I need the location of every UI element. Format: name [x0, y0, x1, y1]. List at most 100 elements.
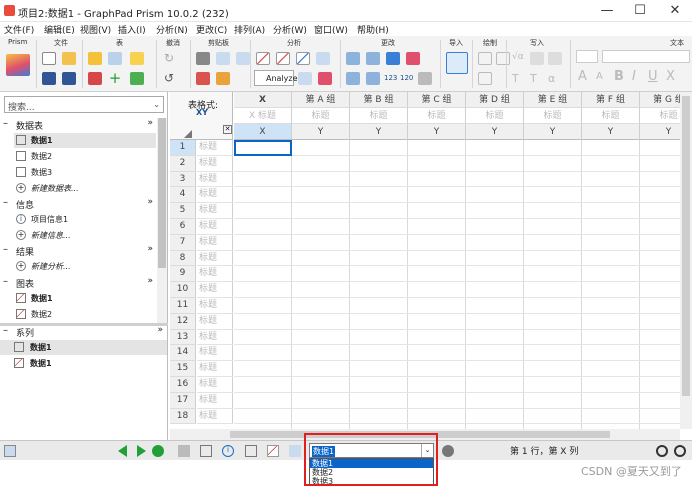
close-icon[interactable]: ✕ [223, 125, 232, 134]
nav-graph-data1[interactable]: 数据1 [14, 291, 156, 306]
nav-new-data-table[interactable]: + 新建数据表... [14, 181, 156, 196]
row-number[interactable]: 6 [170, 219, 196, 235]
info-icon[interactable]: i [222, 445, 234, 457]
change-3-icon[interactable] [386, 52, 400, 65]
redo-icon[interactable]: ↻ [164, 52, 178, 65]
nav-item-data2[interactable]: 数据2 [14, 149, 156, 164]
column-subtitle[interactable]: 标题 [466, 108, 524, 124]
section-series[interactable]: – 系列» [0, 325, 167, 339]
column-subtitle[interactable]: 标题 [524, 108, 582, 124]
previous-sheet-icon[interactable] [118, 445, 127, 457]
row-number[interactable]: 4 [170, 187, 196, 204]
write-3-icon[interactable] [548, 52, 562, 65]
highlight-icon[interactable] [130, 52, 144, 65]
table-format-cell[interactable]: 表格式: XY ✕ [170, 92, 233, 140]
import-xml-icon[interactable] [446, 52, 468, 74]
column-header[interactable]: 第 C 组 [408, 92, 466, 108]
panel-toggle-icon[interactable] [4, 445, 16, 457]
save-icon[interactable] [42, 72, 56, 85]
nav-new-info[interactable]: + 新建信息... [14, 228, 156, 243]
section-results[interactable]: – 结果» [0, 244, 157, 258]
draw-1-icon[interactable] [478, 52, 492, 65]
layout-icon[interactable] [289, 445, 301, 457]
row-number[interactable]: 10 [170, 282, 196, 298]
maximize-button[interactable]: ☐ [625, 2, 655, 20]
paste-special-icon[interactable] [236, 52, 250, 65]
row-number[interactable]: 1 [170, 140, 196, 156]
analysis-table-icon[interactable] [316, 52, 330, 65]
delete-sheet-icon[interactable] [88, 72, 102, 85]
nav-item-data1[interactable]: 数据1 [14, 133, 156, 148]
column-header[interactable]: X [234, 92, 292, 108]
row-number[interactable]: 18 [170, 408, 196, 425]
menu-view[interactable]: 视图(V) [80, 23, 111, 36]
sqrt-icon[interactable]: √α [512, 52, 526, 65]
column-subtitle[interactable]: 标题 [292, 108, 350, 124]
series-item-graph1[interactable]: 数据1 [0, 356, 167, 371]
nav-graph-data2[interactable]: 数据2 [14, 307, 156, 322]
zoom-in-icon[interactable] [674, 445, 686, 457]
navigate-icon[interactable] [152, 445, 164, 457]
close-button[interactable]: ✕ [660, 2, 690, 20]
row-title-cell[interactable]: 标题 [197, 266, 233, 283]
row-title-cell[interactable]: 标题 [197, 313, 233, 330]
next-sheet-icon[interactable] [137, 445, 146, 457]
section-data-tables[interactable]: – 数据表» [0, 118, 157, 132]
column-header[interactable]: 第 F 组 [582, 92, 640, 108]
series-item-data1[interactable]: 数据1 [0, 340, 167, 355]
results-icon[interactable] [245, 445, 257, 457]
minimize-button[interactable]: — [592, 2, 622, 20]
row-title-cell[interactable]: 标题 [197, 408, 233, 425]
view-grid-icon[interactable] [178, 445, 190, 457]
row-number[interactable]: 9 [170, 266, 196, 283]
row-number[interactable]: 17 [170, 392, 196, 409]
analyze-button[interactable]: Analyze [254, 70, 298, 86]
row-title-cell[interactable]: 标题 [197, 203, 233, 219]
change-4-icon[interactable] [406, 52, 420, 65]
corner-select-icon[interactable] [184, 130, 192, 138]
text-t2-icon[interactable]: T [530, 72, 544, 85]
draw-3-icon[interactable] [478, 72, 492, 85]
decimal-format-icon[interactable]: 120 [400, 72, 414, 85]
change-7-icon[interactable] [418, 72, 432, 85]
row-title-cell[interactable]: 标题 [197, 234, 233, 251]
superscript-button[interactable]: X [666, 69, 675, 84]
open-folder-icon[interactable] [62, 52, 76, 65]
insert-row-icon[interactable] [130, 72, 144, 85]
row-title-cell[interactable]: 标题 [197, 155, 233, 172]
undo-icon[interactable]: ↺ [164, 72, 178, 85]
row-number[interactable]: 8 [170, 250, 196, 267]
row-number[interactable]: 16 [170, 377, 196, 393]
row-title-cell[interactable]: 标题 [197, 392, 233, 409]
text-t-icon[interactable]: T [512, 72, 526, 85]
search-input[interactable]: 搜索... ⌄ [4, 96, 164, 113]
graph-icon[interactable] [267, 445, 279, 457]
chevron-down-icon[interactable]: ⌄ [153, 100, 160, 109]
change-6-icon[interactable] [366, 72, 380, 85]
change-2-icon[interactable] [366, 52, 380, 65]
nav-item-project-info[interactable]: i 项目信息1 [14, 212, 156, 227]
copy-icon[interactable] [216, 52, 230, 65]
row-number[interactable]: 13 [170, 329, 196, 346]
panel-splitter[interactable] [0, 323, 168, 326]
menu-file[interactable]: 文件(F) [4, 23, 34, 36]
underline-button[interactable]: U [648, 69, 658, 84]
font-size-select[interactable] [576, 50, 598, 63]
row-title-cell[interactable]: 标题 [197, 345, 233, 362]
new-file-icon[interactable] [42, 52, 56, 65]
row-title-cell[interactable]: 标题 [197, 219, 233, 235]
row-title-cell[interactable]: 标题 [197, 171, 233, 188]
menu-change[interactable]: 更改(C) [196, 23, 227, 36]
clear-icon[interactable] [196, 72, 210, 85]
menu-analyze[interactable]: 分析(N) [156, 23, 188, 36]
section-graphs[interactable]: – 图表» [0, 276, 157, 290]
draw-2-icon[interactable] [496, 52, 510, 65]
column-subtitle[interactable]: 标题 [350, 108, 408, 124]
prism-logo-icon[interactable] [6, 54, 30, 76]
cut-icon[interactable] [196, 52, 210, 65]
column-header[interactable]: 第 B 组 [350, 92, 408, 108]
results-icon[interactable] [298, 72, 312, 85]
menu-window[interactable]: 窗口(W) [314, 23, 348, 36]
sheet-dropdown-icon[interactable] [108, 52, 122, 65]
data-table-icon[interactable] [200, 445, 212, 457]
